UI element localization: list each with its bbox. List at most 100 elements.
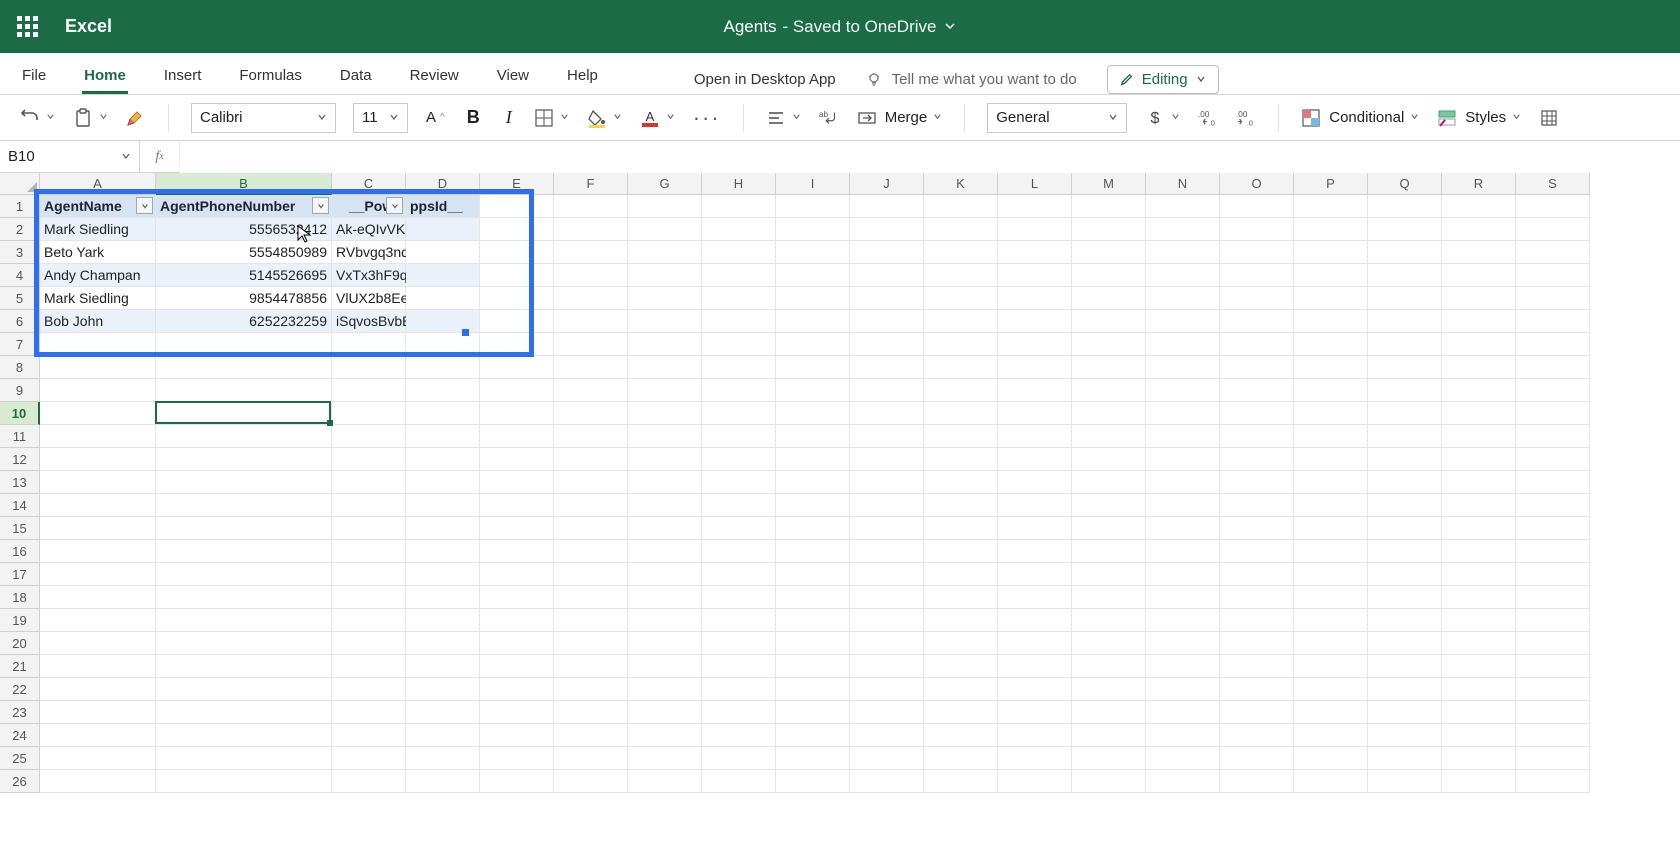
cell[interactable]	[1220, 333, 1294, 356]
cell[interactable]	[1368, 448, 1442, 471]
cell[interactable]	[156, 563, 332, 586]
cell[interactable]	[924, 747, 998, 770]
cell[interactable]	[332, 356, 406, 379]
cell[interactable]	[850, 747, 924, 770]
cell[interactable]	[1146, 379, 1220, 402]
cell[interactable]	[1368, 218, 1442, 241]
column-header-B[interactable]: B	[156, 173, 332, 195]
cell[interactable]	[850, 655, 924, 678]
cell[interactable]	[480, 770, 554, 793]
cell[interactable]	[702, 356, 776, 379]
cell[interactable]	[156, 448, 332, 471]
cell[interactable]	[1516, 678, 1590, 701]
cell[interactable]	[406, 494, 480, 517]
row-header-12[interactable]: 12	[0, 448, 40, 471]
cell[interactable]	[1368, 356, 1442, 379]
cell[interactable]	[998, 770, 1072, 793]
cell[interactable]	[850, 241, 924, 264]
cell[interactable]	[924, 402, 998, 425]
cell[interactable]	[1146, 540, 1220, 563]
cell[interactable]	[998, 747, 1072, 770]
cell[interactable]: AgentPhoneNumber	[156, 195, 332, 218]
cell[interactable]	[628, 586, 702, 609]
cell[interactable]	[554, 678, 628, 701]
cell[interactable]	[1220, 310, 1294, 333]
cell[interactable]	[850, 471, 924, 494]
cell[interactable]	[924, 586, 998, 609]
cell[interactable]	[628, 471, 702, 494]
cell[interactable]	[1516, 655, 1590, 678]
cell[interactable]	[480, 586, 554, 609]
cell[interactable]	[1294, 609, 1368, 632]
cell[interactable]	[702, 701, 776, 724]
cell[interactable]	[1294, 471, 1368, 494]
row-header-13[interactable]: 13	[0, 471, 40, 494]
bold-button[interactable]: B	[463, 107, 484, 128]
cell[interactable]	[776, 333, 850, 356]
cell[interactable]	[628, 448, 702, 471]
cell[interactable]	[702, 448, 776, 471]
cell[interactable]	[1146, 448, 1220, 471]
cell[interactable]	[406, 356, 480, 379]
cell[interactable]	[156, 655, 332, 678]
cell[interactable]	[406, 333, 480, 356]
cell[interactable]	[776, 609, 850, 632]
tab-help[interactable]: Help	[565, 67, 600, 94]
cell[interactable]	[554, 379, 628, 402]
cell[interactable]	[1442, 678, 1516, 701]
cell[interactable]	[40, 356, 156, 379]
cell[interactable]	[156, 586, 332, 609]
cell[interactable]	[850, 195, 924, 218]
cell[interactable]	[1368, 586, 1442, 609]
cell[interactable]: AgentName	[40, 195, 156, 218]
cell[interactable]	[406, 218, 480, 241]
italic-button[interactable]: I	[502, 107, 516, 128]
cell[interactable]	[1442, 425, 1516, 448]
row-header-7[interactable]: 7	[0, 333, 40, 356]
cell[interactable]	[924, 471, 998, 494]
cell[interactable]	[628, 333, 702, 356]
cell[interactable]	[40, 770, 156, 793]
cell[interactable]	[924, 448, 998, 471]
cell[interactable]	[1516, 471, 1590, 494]
cell[interactable]	[40, 425, 156, 448]
cell[interactable]	[1146, 195, 1220, 218]
row-header-18[interactable]: 18	[0, 586, 40, 609]
cell[interactable]	[1442, 586, 1516, 609]
cell[interactable]	[1072, 609, 1146, 632]
cell[interactable]	[1220, 540, 1294, 563]
cell[interactable]	[776, 425, 850, 448]
cell[interactable]	[924, 701, 998, 724]
cell[interactable]	[332, 609, 406, 632]
cell[interactable]: iSqvosBvbBY	[332, 310, 406, 333]
cell[interactable]	[406, 471, 480, 494]
cell[interactable]	[480, 287, 554, 310]
cell[interactable]	[332, 517, 406, 540]
cell[interactable]	[406, 448, 480, 471]
row-header-22[interactable]: 22	[0, 678, 40, 701]
cell[interactable]	[628, 770, 702, 793]
row-header-16[interactable]: 16	[0, 540, 40, 563]
cell[interactable]	[1072, 471, 1146, 494]
cell[interactable]	[1146, 563, 1220, 586]
cell[interactable]	[1516, 563, 1590, 586]
cell[interactable]	[702, 494, 776, 517]
cell[interactable]	[850, 356, 924, 379]
cell[interactable]	[1516, 747, 1590, 770]
cell[interactable]	[850, 333, 924, 356]
cell[interactable]	[924, 655, 998, 678]
cell[interactable]	[1516, 264, 1590, 287]
cell[interactable]	[1146, 333, 1220, 356]
cell[interactable]	[406, 701, 480, 724]
cell[interactable]	[1516, 379, 1590, 402]
cell[interactable]	[628, 218, 702, 241]
cell[interactable]	[1072, 747, 1146, 770]
cell[interactable]	[1516, 632, 1590, 655]
cell[interactable]	[924, 425, 998, 448]
row-header-19[interactable]: 19	[0, 609, 40, 632]
cell[interactable]	[1220, 241, 1294, 264]
cell[interactable]	[1072, 218, 1146, 241]
column-header-G[interactable]: G	[628, 173, 702, 195]
cell[interactable]	[480, 241, 554, 264]
cell[interactable]	[628, 356, 702, 379]
